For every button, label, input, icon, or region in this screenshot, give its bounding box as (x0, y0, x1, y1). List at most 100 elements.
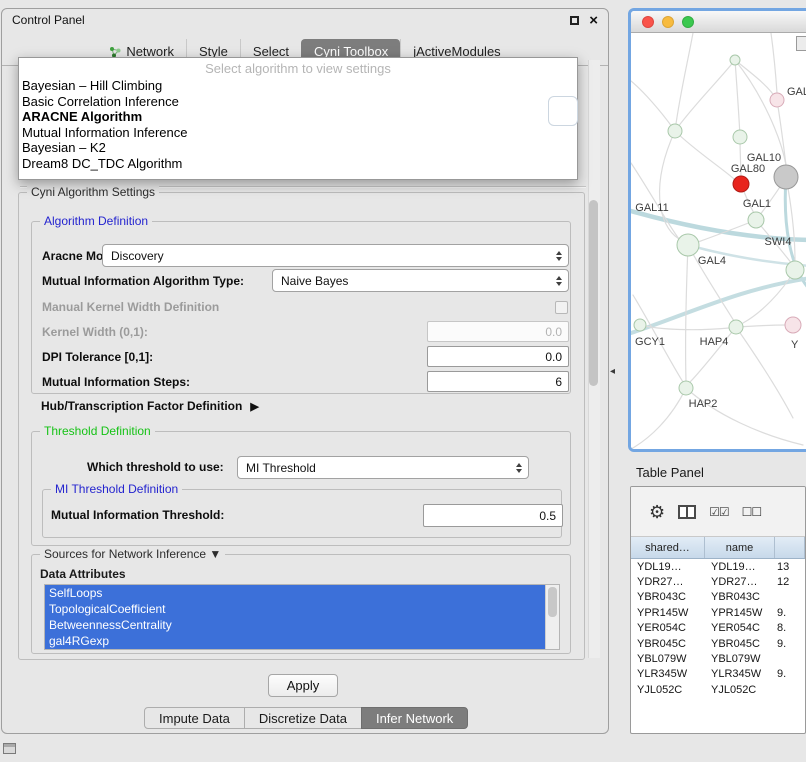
expanded-arrow-icon[interactable]: ▼ (209, 547, 221, 561)
network-canvas-area[interactable]: GAL7GAL80GAL10GAL11GAL1SWI4GAL4GCY1HAP4H… (631, 33, 806, 449)
network-node[interactable] (729, 320, 743, 334)
network-edge[interactable] (675, 33, 693, 131)
table-cell: YER054C (705, 622, 775, 634)
gear-icon[interactable]: ⚙ (649, 503, 665, 521)
select-all-icon[interactable]: ☑☑ (709, 505, 729, 519)
network-edge[interactable] (736, 325, 786, 327)
tab-discretize-data[interactable]: Discretize Data (244, 707, 362, 729)
data-attributes-listbox[interactable]: SelfLoopsTopologicalCoefficientBetweenne… (44, 584, 560, 650)
apply-button[interactable]: Apply (268, 674, 338, 697)
network-edge[interactable] (735, 60, 740, 137)
float-window-icon[interactable] (570, 16, 579, 25)
network-canvas[interactable]: GAL7GAL80GAL10GAL11GAL1SWI4GAL4GCY1HAP4H… (631, 33, 806, 449)
table-row[interactable]: YPR145WYPR145W9. (631, 605, 805, 620)
deselect-all-icon[interactable]: ☐☐ (742, 505, 762, 519)
minimize-traffic-light[interactable] (662, 16, 674, 28)
table-row[interactable]: YER054CYER054C8. (631, 621, 805, 636)
network-node[interactable] (677, 234, 699, 256)
data-attribute-item[interactable]: gal4RGexp (45, 633, 545, 649)
network-edge[interactable] (743, 270, 795, 323)
network-edge[interactable] (631, 81, 675, 131)
network-node[interactable] (770, 93, 784, 107)
mi-threshold-field[interactable]: 0.5 (423, 504, 563, 527)
list-scrollbar[interactable] (545, 585, 559, 649)
tab-infer-network[interactable]: Infer Network (361, 707, 468, 729)
table-toolbar: ⚙ ☑☑ ☐☐ (631, 487, 805, 537)
table-cell: 9. (775, 638, 805, 650)
table-row[interactable]: YJL052CYJL052C (631, 682, 805, 697)
collapsed-arrow-icon[interactable]: ▶ (250, 400, 258, 413)
tab-impute-data[interactable]: Impute Data (144, 707, 245, 729)
hub-tf-definition-section[interactable]: Hub/Transcription Factor Definition ▶ (41, 399, 259, 413)
close-traffic-light[interactable] (642, 16, 654, 28)
algorithm-option[interactable]: Bayesian – K2 (19, 140, 577, 156)
which-threshold-label: Which threshold to use: (87, 460, 224, 474)
data-attribute-item[interactable]: TopologicalCoefficient (45, 601, 545, 617)
table-panel-title: Table Panel (636, 465, 704, 480)
birdseye-toggle-icon[interactable] (796, 36, 806, 51)
which-threshold-combobox[interactable]: MI Threshold (237, 456, 529, 479)
columns-icon[interactable] (678, 505, 696, 519)
table-cell: YBL079W (705, 653, 775, 665)
table-panel-window: ⚙ ☑☑ ☐☐ shared… name YDL19…YDL19…13YDR27… (630, 486, 806, 734)
table-row[interactable]: YBL079WYBL079W (631, 651, 805, 666)
network-edge[interactable] (631, 388, 686, 449)
algorithm-option[interactable]: Basic Correlation Inference (19, 94, 577, 110)
network-node[interactable] (774, 165, 798, 189)
network-node[interactable] (634, 319, 646, 331)
data-attribute-item[interactable]: SelfLoops (45, 585, 545, 601)
manual-kernel-checkbox[interactable] (555, 301, 568, 314)
network-node-label: GAL80 (731, 163, 765, 175)
minimized-panel-icon[interactable] (3, 743, 16, 754)
table-row[interactable]: YBR045CYBR045C9. (631, 636, 805, 651)
algorithm-option[interactable]: Bayesian – Hill Climbing (19, 78, 577, 94)
dpi-tolerance-field[interactable]: 0.0 (427, 346, 569, 367)
table-cell: YBR043C (705, 591, 775, 603)
table-row[interactable]: YLR345WYLR345W9. (631, 667, 805, 682)
mi-steps-field[interactable]: 6 (427, 371, 569, 392)
algorithm-option[interactable]: Mutual Information Inference (19, 125, 577, 141)
table-row[interactable]: YDL19…YDL19…13 (631, 559, 805, 574)
panel-collapse-handle[interactable]: ◂ (610, 366, 615, 377)
network-node[interactable] (748, 212, 764, 228)
combobox-value: Naive Bayes (281, 274, 348, 288)
network-node-label: HAP2 (689, 398, 718, 410)
column-header-name[interactable]: name (705, 537, 775, 558)
network-edge[interactable] (736, 327, 793, 418)
group-title: Threshold Definition (40, 424, 155, 438)
network-edge[interactable] (675, 60, 735, 131)
network-edge[interactable] (686, 388, 803, 445)
table-row[interactable]: YDR27…YDR27…12 (631, 574, 805, 589)
desktop: Control Panel × Network Style Select (0, 0, 806, 762)
table-cell: YBR043C (631, 591, 705, 603)
network-node[interactable] (786, 261, 804, 279)
network-edge[interactable] (631, 163, 679, 239)
network-node-label: HAP4 (700, 336, 729, 348)
column-header-shared-name[interactable]: shared… (631, 537, 705, 558)
mi-algorithm-type-combobox[interactable]: Naive Bayes (272, 269, 569, 292)
network-edge[interactable] (771, 33, 777, 93)
table-row[interactable]: YBR043CYBR043C (631, 590, 805, 605)
network-icon (109, 46, 121, 58)
network-node[interactable] (679, 381, 693, 395)
network-node[interactable] (668, 124, 682, 138)
network-node[interactable] (733, 176, 749, 192)
data-attribute-item[interactable]: BetweennessCentrality (45, 617, 545, 633)
zoom-traffic-light[interactable] (682, 16, 694, 28)
network-node-label: GAL4 (698, 255, 726, 267)
network-node[interactable] (733, 130, 747, 144)
network-node[interactable] (730, 55, 740, 65)
close-icon[interactable]: × (589, 13, 598, 28)
algorithm-option[interactable]: ARACNE Algorithm (19, 109, 577, 125)
aracne-mode-combobox[interactable]: Discovery (102, 244, 569, 267)
scrollbar-thumb[interactable] (548, 587, 557, 617)
column-header-extra[interactable] (775, 537, 805, 558)
network-edge[interactable] (735, 60, 777, 100)
kernel-width-field[interactable]: 0.0 (427, 321, 569, 342)
cyni-algorithm-settings-group: Cyni Algorithm Settings Algorithm Defini… (18, 192, 585, 660)
control-panel-titlebar: Control Panel × (2, 9, 608, 31)
settings-scrollbar-thumb[interactable] (589, 200, 598, 386)
network-node[interactable] (785, 317, 801, 333)
algorithm-option[interactable]: Dream8 DC_TDC Algorithm (19, 156, 577, 172)
network-edge[interactable] (675, 131, 734, 179)
